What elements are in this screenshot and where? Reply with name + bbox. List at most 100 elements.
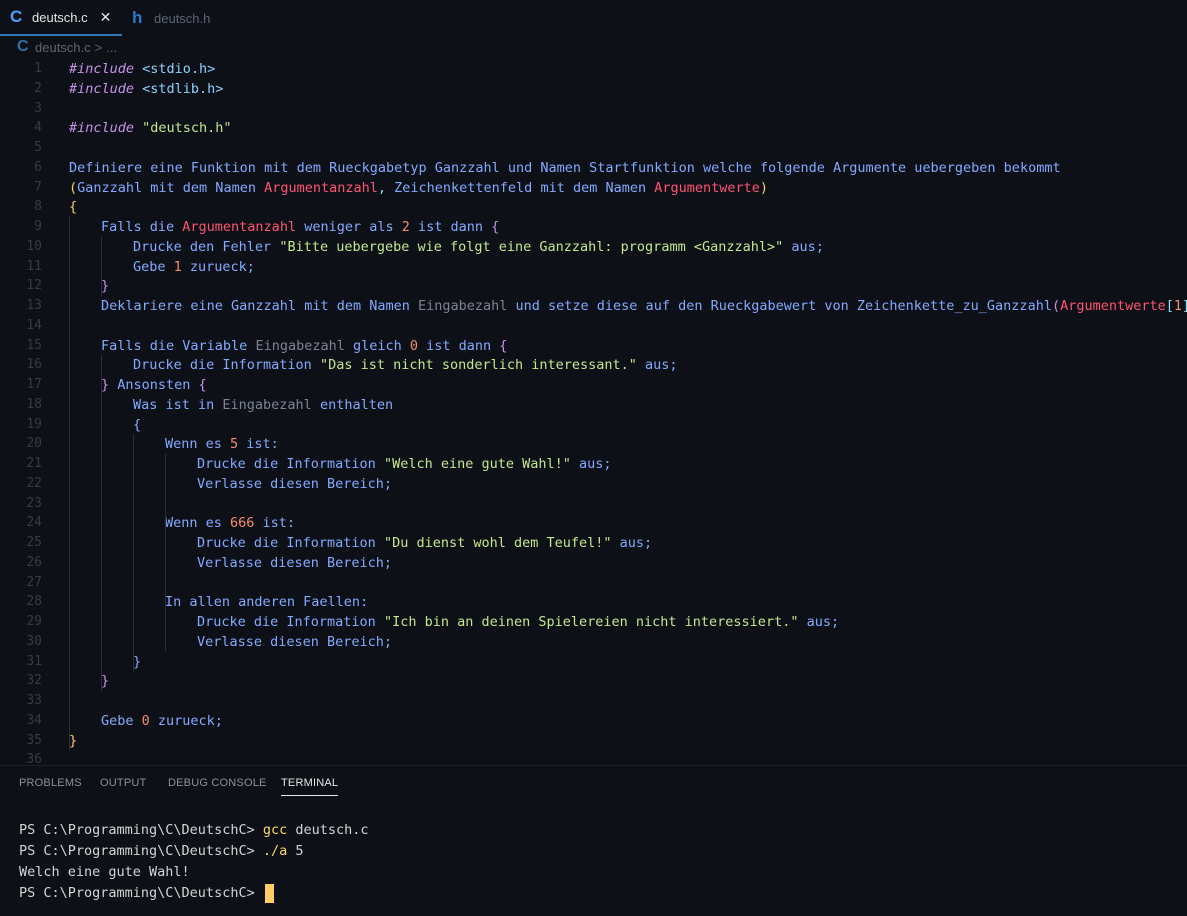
code-line: 31} <box>0 652 1187 672</box>
terminal-args: deutsch.c <box>287 822 369 838</box>
code-line: 34 Gebe 0 zurueck; <box>0 711 1187 731</box>
tab-debug-console[interactable]: DEBUG CONSOLE <box>168 777 267 789</box>
code-text: Drucke die Information "Ich bin an deine… <box>197 612 839 632</box>
line-number: 16 <box>26 357 42 373</box>
code-token: 1 <box>1173 298 1183 314</box>
line-number: 27 <box>26 574 42 590</box>
code-token: "Ich bin an deinen Spielereien nicht int… <box>383 614 799 630</box>
code-token: { <box>69 199 78 216</box>
line-number: 33 <box>26 693 42 708</box>
tab-output[interactable]: OUTPUT <box>100 777 146 789</box>
code-token: ist: <box>238 436 279 453</box>
terminal-prompt: PS C:\Programming\C\DeutschC> <box>19 843 263 859</box>
code-text: } <box>69 731 77 751</box>
terminal-cursor <box>264 883 274 903</box>
code-text: } <box>101 276 109 296</box>
code-token: Wenn es <box>165 515 231 532</box>
code-token: } <box>101 377 110 393</box>
code-token: Eingabezahl <box>417 298 508 314</box>
code-text: { <box>133 415 141 435</box>
code-line: 36 <box>0 750 1187 765</box>
code-text: } Ansonsten { <box>101 375 207 395</box>
code-line: 18 Was ist in Eingabezahl enthalten <box>0 395 1187 415</box>
code-token: 2 <box>401 219 410 235</box>
code-line: 6 Definiere eine Funktion mit dem Rueckga… <box>0 158 1187 178</box>
tab-terminal[interactable]: TERMINAL <box>281 777 339 796</box>
code-token: zurueck; <box>181 258 255 275</box>
bottom-panel: PROBLEMS OUTPUT DEBUG CONSOLE TERMINAL P… <box>0 765 1187 916</box>
code-line: 22 Verlasse diesen Bereich; <box>0 474 1187 494</box>
code-line: 26 Verlasse diesen Bereich; <box>0 553 1187 573</box>
breadcrumb-file[interactable]: deutsch.c <box>35 40 91 55</box>
line-number: 9 <box>34 219 42 234</box>
code-token: "Bitte uebergebe wie folgt eine Ganzzahl… <box>279 238 784 255</box>
code-text: Verlasse diesen Bereich; <box>197 553 392 573</box>
line-number: 1 <box>34 61 42 76</box>
line-number: 20 <box>26 436 42 452</box>
indent-guide <box>101 355 102 395</box>
code-text: #include "deutsch.h" <box>69 118 232 138</box>
code-token: #include <box>69 120 135 137</box>
code-line: 29 Drucke die Information "Ich bin an dei… <box>0 612 1187 632</box>
terminal-output: Welch eine gute Wahl! <box>19 864 190 880</box>
code-token: , <box>377 179 395 196</box>
code-token: aus; <box>783 238 824 255</box>
line-number: 36 <box>26 752 42 765</box>
code-token: Gebe <box>133 258 174 275</box>
code-token: 666 <box>230 515 255 532</box>
line-number: 21 <box>26 456 42 471</box>
code-text: Gebe 0 zurueck; <box>101 711 223 731</box>
line-number: 6 <box>34 159 42 175</box>
breadcrumb-rest[interactable]: ... <box>106 40 117 55</box>
code-text: (Ganzzahl mit dem Namen Argumentanzahl, … <box>69 178 768 198</box>
code-line: 5 <box>0 138 1187 158</box>
line-number: 15 <box>26 337 42 353</box>
code-token: Argumentwerte <box>654 179 760 196</box>
code-line: 17} Ansonsten { <box>0 375 1187 395</box>
code-token: Drucke die Information <box>197 456 384 472</box>
tab-problems[interactable]: PROBLEMS <box>19 777 82 789</box>
code-token: aus; <box>611 535 653 551</box>
code-token: Zeichenkettenfeld mit dem Namen <box>394 179 655 196</box>
code-token: 0 <box>409 337 419 354</box>
line-number: 31 <box>26 653 42 669</box>
indent-guide <box>101 236 102 296</box>
code-token: } <box>101 673 110 690</box>
terminal[interactable]: PS C:\Programming\C\DeutschC> gcc deutsc… <box>19 820 369 904</box>
tab-deutsch-c[interactable]: C deutsch.c ✕ <box>0 0 122 36</box>
close-icon[interactable]: ✕ <box>100 9 112 26</box>
code-token: Eingabezahl <box>255 337 345 354</box>
code-token: "Das ist nicht sonderlich interessant." <box>319 357 637 374</box>
c-file-icon: C <box>10 7 23 26</box>
code-token: ( <box>69 179 78 196</box>
code-text: } <box>101 671 109 691</box>
code-token: "Welch eine gute Wahl!" <box>383 456 571 472</box>
breadcrumb-separator: > <box>94 39 103 55</box>
code-line: 1 #include <stdio.h> <box>0 59 1187 79</box>
terminal-line: Welch eine gute Wahl! <box>19 862 369 883</box>
code-token: ist: <box>254 515 296 532</box>
code-editor[interactable]: 1 #include <stdio.h> 2 #include <stdlib.h> 3… <box>0 58 1187 765</box>
code-line: 7 (Ganzzahl mit dem Namen Argumentanzahl,… <box>0 178 1187 198</box>
code-token: Eingabezahl <box>222 396 312 413</box>
code-token: #include <box>69 80 135 97</box>
code-token: Drucke die Information <box>197 614 384 630</box>
code-line: 33 <box>0 691 1187 711</box>
terminal-command: ./a <box>262 843 288 859</box>
code-line: 32} <box>0 671 1187 691</box>
code-line: 27 <box>0 573 1187 593</box>
tab-deutsch-h[interactable]: h deutsch.h <box>122 0 232 36</box>
indent-guide <box>133 434 134 672</box>
c-file-icon: C <box>17 38 29 55</box>
code-token: <stdlib.h> <box>134 80 224 97</box>
code-token: Was ist in <box>133 396 223 413</box>
code-token: Drucke den Fehler <box>133 238 280 255</box>
code-token: gleich <box>344 337 410 354</box>
line-number: 35 <box>26 732 42 748</box>
code-line: 19 { <box>0 415 1187 435</box>
line-number: 12 <box>26 278 42 294</box>
code-token: Argumentanzahl <box>182 219 297 235</box>
code-token: } <box>69 732 78 749</box>
code-token: weniger als <box>296 219 402 235</box>
code-text: Falls die Variable Eingabezahl gleich 0 … <box>101 336 507 356</box>
